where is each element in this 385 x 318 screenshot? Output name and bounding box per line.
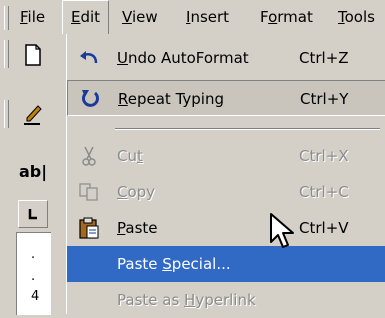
repeat-label: Repeat Typing (118, 90, 224, 108)
paste-shortcut: Ctrl+V (299, 219, 349, 237)
tab-stop-button[interactable] (18, 200, 48, 228)
edit-menu-dropdown: Undo AutoFormat Ctrl+Z Repeat Typing Ctr… (66, 34, 385, 314)
menu-tools[interactable]: Tools (330, 0, 383, 34)
vertical-ruler[interactable]: . . 4 (16, 232, 51, 315)
pen-icon (24, 105, 42, 125)
copy-shortcut: Ctrl+C (299, 183, 349, 201)
repeat-icon (76, 85, 104, 113)
mouse-pointer-icon (270, 213, 294, 248)
menu-item-undo[interactable]: Undo AutoFormat Ctrl+Z (67, 40, 385, 76)
repeat-shortcut: Ctrl+Y (300, 90, 349, 108)
copy-label: Copy (117, 183, 156, 201)
menu-file[interactable]: File (12, 0, 53, 34)
menu-separator (115, 128, 380, 130)
undo-icon (75, 44, 103, 72)
menu-item-cut[interactable]: Cut Ctrl+X (67, 138, 385, 174)
paste-hyperlink-label: Paste as Hyperlink (117, 291, 256, 309)
copy-icon (75, 178, 103, 206)
clipboard-icon (75, 214, 103, 242)
menu-edit-label: Edit (71, 8, 101, 26)
toolbar-grip-2[interactable] (4, 100, 9, 128)
scissors-icon (75, 142, 103, 170)
menu-format[interactable]: Format (252, 0, 321, 34)
pen-button[interactable] (16, 98, 50, 132)
menu-item-paste-special[interactable]: Paste Special... (67, 246, 385, 282)
ab-text-icon: ab| (18, 161, 48, 181)
ruler-mark-1: . (31, 247, 36, 262)
ab-button[interactable]: ab| (16, 154, 50, 188)
cut-label: Cut (117, 147, 143, 165)
menu-view[interactable]: View (114, 0, 166, 34)
undo-shortcut: Ctrl+Z (299, 49, 349, 67)
menu-item-paste-hyperlink[interactable]: Paste as Hyperlink (67, 282, 385, 318)
menu-bar: File Edit View Insert Format Tools (0, 0, 385, 34)
menu-view-label: View (122, 8, 158, 26)
new-document-icon (25, 44, 41, 66)
menu-item-copy[interactable]: Copy Ctrl+C (67, 174, 385, 210)
ruler-mark-4: 4 (31, 289, 40, 304)
toolbar-grip[interactable] (4, 40, 9, 68)
tab-stop-icon (28, 209, 37, 220)
menu-insert-label: Insert (186, 8, 230, 26)
undo-label: Undo AutoFormat (117, 49, 249, 67)
ruler-mark-2: . (31, 269, 36, 284)
cut-shortcut: Ctrl+X (299, 147, 349, 165)
paste-special-label: Paste Special... (117, 255, 231, 273)
menu-insert[interactable]: Insert (178, 0, 237, 34)
menu-file-label: File (20, 8, 46, 26)
new-document-button[interactable] (16, 38, 50, 72)
formatting-toolbar: ab| . . 4 (0, 34, 66, 315)
paste-label: Paste (117, 219, 158, 237)
menu-tools-label: Tools (338, 8, 375, 26)
menubar-grip[interactable] (4, 6, 9, 30)
menu-item-paste[interactable]: Paste Ctrl+V (67, 210, 385, 246)
menu-edit[interactable]: Edit (62, 0, 110, 34)
menu-item-repeat[interactable]: Repeat Typing Ctrl+Y (67, 80, 385, 116)
menu-format-label: Format (260, 8, 313, 26)
